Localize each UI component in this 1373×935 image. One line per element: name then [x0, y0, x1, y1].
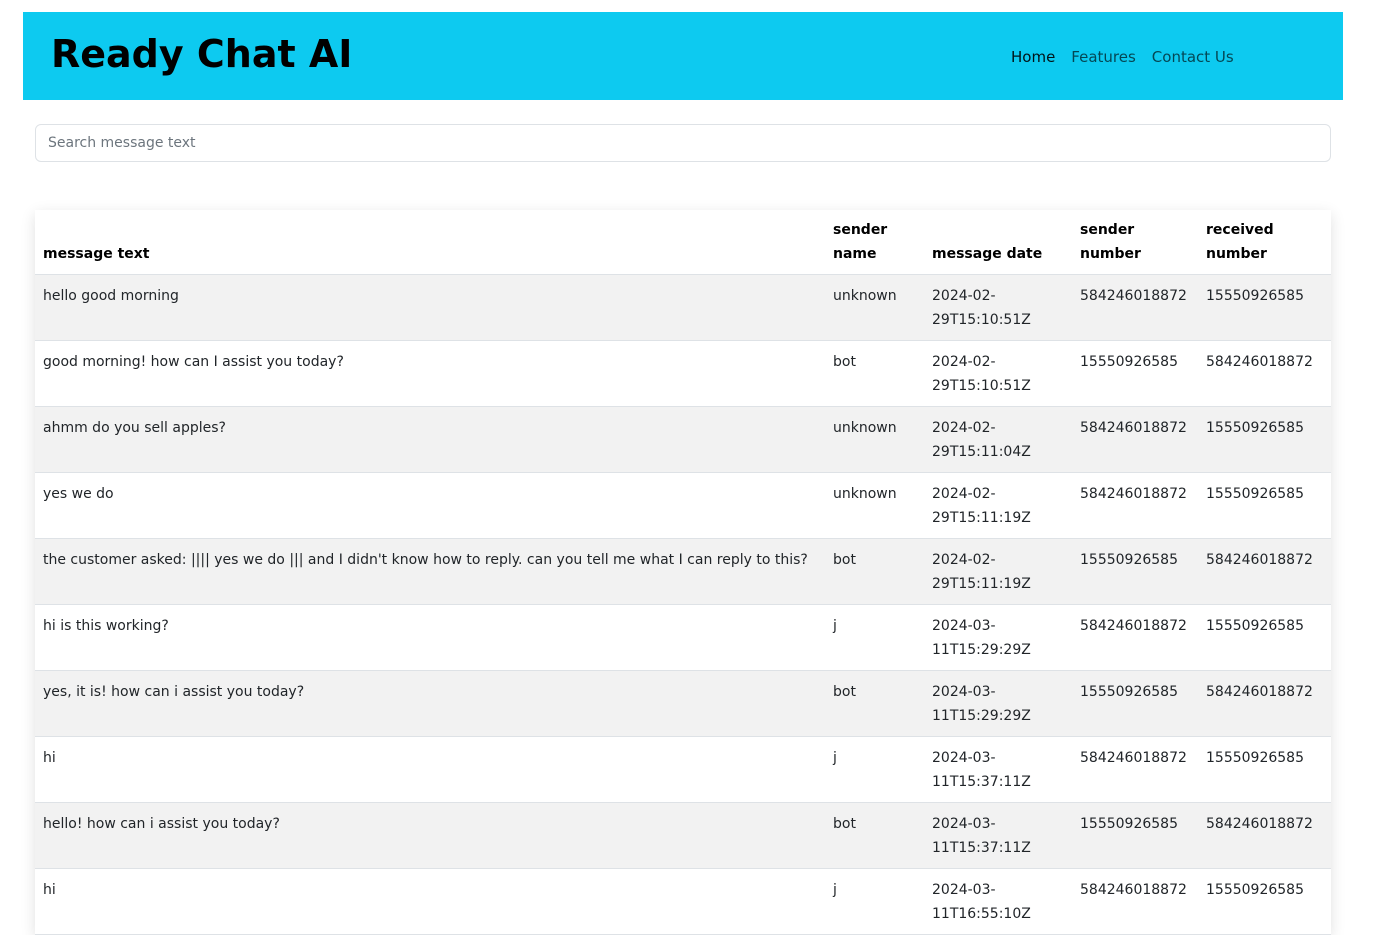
column-header-sender-number: sender number: [1072, 210, 1198, 275]
cell-sender-name: bot: [825, 670, 924, 737]
column-header-sender-name: sender name: [825, 210, 924, 275]
table-row: ahmm do you sell apples? unknown 2024-02-2…: [35, 406, 1331, 473]
cell-message-text: yes, it is! how can i assist you today?: [35, 670, 825, 737]
cell-sender-number: 584246018872: [1072, 868, 1198, 935]
cell-message-date: 2024-02-29T15:10:51Z: [924, 340, 1072, 407]
cell-sender-name: unknown: [825, 472, 924, 539]
cell-received-number: 15550926585: [1198, 868, 1331, 935]
column-header-received-number: received number: [1198, 210, 1331, 275]
cell-message-date: 2024-03-11T16:55:10Z: [924, 868, 1072, 935]
cell-message-date: 2024-02-29T15:10:51Z: [924, 274, 1072, 341]
cell-sender-name: bot: [825, 340, 924, 407]
cell-message-date: 2024-02-29T15:11:04Z: [924, 406, 1072, 473]
cell-message-text: good morning! how can I assist you today…: [35, 340, 825, 407]
cell-received-number: 584246018872: [1198, 802, 1331, 869]
nav-home-link[interactable]: Home: [1011, 46, 1055, 68]
cell-sender-name: j: [825, 868, 924, 935]
table-row: the customer asked: |||| yes we do ||| a…: [35, 538, 1331, 605]
cell-sender-name: j: [825, 604, 924, 671]
app-header: Ready Chat AI Home Features Contact Us: [23, 12, 1343, 100]
cell-received-number: 15550926585: [1198, 736, 1331, 803]
table-row: yes we do unknown 2024-02-29T15:11:19Z 5842…: [35, 472, 1331, 539]
cell-received-number: 584246018872: [1198, 340, 1331, 407]
cell-message-text: hello! how can i assist you today?: [35, 802, 825, 869]
cell-received-number: 15550926585: [1198, 604, 1331, 671]
cell-sender-number: 584246018872: [1072, 604, 1198, 671]
table-row: hello good morning unknown 2024-02-29T15:1…: [35, 274, 1331, 341]
nav-features-link[interactable]: Features: [1071, 46, 1136, 68]
cell-received-number: 15550926585: [1198, 472, 1331, 539]
main-nav: Home Features Contact Us: [1011, 46, 1234, 68]
search-input[interactable]: [35, 124, 1331, 162]
cell-message-date: 2024-03-11T15:29:29Z: [924, 670, 1072, 737]
column-header-message-date: message date: [924, 210, 1072, 275]
table-header-row: message text sender name message date se…: [35, 210, 1331, 275]
cell-received-number: 15550926585: [1198, 274, 1331, 341]
cell-sender-name: unknown: [825, 274, 924, 341]
cell-message-text: the customer asked: |||| yes we do ||| a…: [35, 538, 825, 605]
cell-sender-name: j: [825, 736, 924, 803]
cell-sender-number: 584246018872: [1072, 472, 1198, 539]
cell-sender-name: unknown: [825, 406, 924, 473]
cell-message-text: ahmm do you sell apples?: [35, 406, 825, 473]
cell-message-text: hi: [35, 736, 825, 803]
table-row: good morning! how can I assist you today…: [35, 340, 1331, 407]
table-row: hi j 2024-03-11T15:37:11Z 584246018872 15550…: [35, 736, 1331, 803]
column-header-message-text: message text: [35, 210, 825, 275]
messages-table-container: message text sender name message date se…: [35, 210, 1331, 935]
cell-received-number: 584246018872: [1198, 538, 1331, 605]
cell-sender-name: bot: [825, 538, 924, 605]
cell-received-number: 15550926585: [1198, 406, 1331, 473]
cell-message-date: 2024-03-11T15:37:11Z: [924, 736, 1072, 803]
table-row: hi is this working? j 2024-03-11T15:29:29Z…: [35, 604, 1331, 671]
cell-sender-number: 15550926585: [1072, 670, 1198, 737]
cell-received-number: 584246018872: [1198, 670, 1331, 737]
cell-message-text: yes we do: [35, 472, 825, 539]
table-header: message text sender name message date se…: [35, 210, 1331, 275]
cell-sender-number: 15550926585: [1072, 340, 1198, 407]
cell-sender-number: 15550926585: [1072, 802, 1198, 869]
cell-message-text: hello good morning: [35, 274, 825, 341]
messages-table: message text sender name message date se…: [35, 210, 1331, 935]
cell-message-text: hi: [35, 868, 825, 935]
table-row: hello! how can i assist you today? bot 202…: [35, 802, 1331, 869]
cell-sender-number: 584246018872: [1072, 736, 1198, 803]
brand-title[interactable]: Ready Chat AI: [51, 30, 352, 78]
table-row: hi j 2024-03-11T16:55:10Z 584246018872 15550…: [35, 868, 1331, 935]
cell-sender-number: 15550926585: [1072, 538, 1198, 605]
cell-message-text: hi is this working?: [35, 604, 825, 671]
table-row: yes, it is! how can i assist you today? b…: [35, 670, 1331, 737]
cell-message-date: 2024-03-11T15:37:11Z: [924, 802, 1072, 869]
nav-contact-us-link[interactable]: Contact Us: [1152, 46, 1234, 68]
cell-sender-number: 584246018872: [1072, 274, 1198, 341]
cell-message-date: 2024-03-11T15:29:29Z: [924, 604, 1072, 671]
cell-sender-number: 584246018872: [1072, 406, 1198, 473]
table-body: hello good morning unknown 2024-02-29T15:1…: [35, 274, 1331, 935]
cell-message-date: 2024-02-29T15:11:19Z: [924, 538, 1072, 605]
cell-sender-name: bot: [825, 802, 924, 869]
cell-message-date: 2024-02-29T15:11:19Z: [924, 472, 1072, 539]
